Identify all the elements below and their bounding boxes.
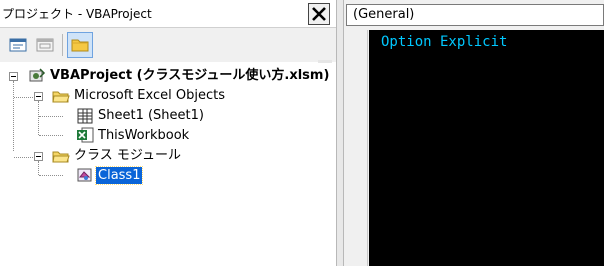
tree-folder-label[interactable]: Microsoft Excel Objects bbox=[74, 87, 225, 104]
tree-connector bbox=[39, 175, 63, 176]
toggle-folders-button[interactable] bbox=[67, 32, 93, 58]
collapse-excel-objects-toggle[interactable] bbox=[34, 92, 43, 101]
collapse-root-toggle[interactable] bbox=[9, 72, 18, 81]
close-icon bbox=[312, 7, 326, 21]
pane-title: プロジェクト - VBAProject bbox=[2, 7, 152, 21]
code-line[interactable]: Option Explicit bbox=[381, 34, 507, 50]
pane-splitter[interactable] bbox=[336, 0, 344, 266]
view-object-icon bbox=[36, 38, 54, 52]
tree-connector bbox=[14, 97, 33, 98]
collapse-class-modules-toggle[interactable] bbox=[34, 152, 43, 161]
toolbar-separator bbox=[62, 34, 63, 56]
tree-connector bbox=[13, 81, 14, 151]
project-tree: VBAProject (クラスモジュール使い方.xlsm) Microsoft … bbox=[0, 63, 336, 266]
tree-connector bbox=[14, 157, 33, 158]
project-toolbar bbox=[0, 28, 336, 90]
tree-item-label[interactable]: Class1 bbox=[94, 166, 144, 185]
class-module-icon bbox=[77, 168, 92, 182]
code-editor[interactable]: Option Explicit bbox=[369, 30, 604, 266]
tree-root-label[interactable]: VBAProject (クラスモジュール使い方.xlsm) bbox=[50, 67, 329, 84]
folder-icon bbox=[52, 91, 70, 103]
tree-connector bbox=[39, 116, 63, 117]
close-button[interactable] bbox=[308, 3, 330, 25]
vba-project-icon bbox=[29, 68, 46, 82]
view-code-button[interactable] bbox=[7, 34, 29, 56]
tree-connector bbox=[38, 101, 39, 135]
tree-item-label[interactable]: Sheet1 (Sheet1) bbox=[98, 107, 204, 124]
tree-item-label[interactable]: ThisWorkbook bbox=[98, 127, 189, 144]
excel-workbook-icon bbox=[77, 127, 94, 143]
object-dropdown-value: (General) bbox=[353, 7, 415, 22]
code-margin[interactable] bbox=[344, 30, 368, 266]
tree-connector bbox=[38, 161, 39, 175]
view-object-button[interactable] bbox=[34, 34, 56, 56]
project-explorer-titlebar: プロジェクト - VBAProject bbox=[0, 0, 336, 28]
project-explorer-pane: プロジェクト - VBAProject VBAProject (クラスモジュール… bbox=[0, 0, 336, 266]
worksheet-icon bbox=[77, 108, 93, 124]
tree-connector bbox=[39, 135, 63, 136]
object-dropdown[interactable]: (General) bbox=[346, 4, 604, 26]
view-code-icon bbox=[9, 38, 27, 52]
code-window: (General) Option Explicit bbox=[344, 0, 604, 266]
tree-folder-label[interactable]: クラス モジュール bbox=[74, 147, 181, 164]
folder-icon bbox=[52, 151, 70, 163]
folder-icon bbox=[71, 39, 89, 52]
